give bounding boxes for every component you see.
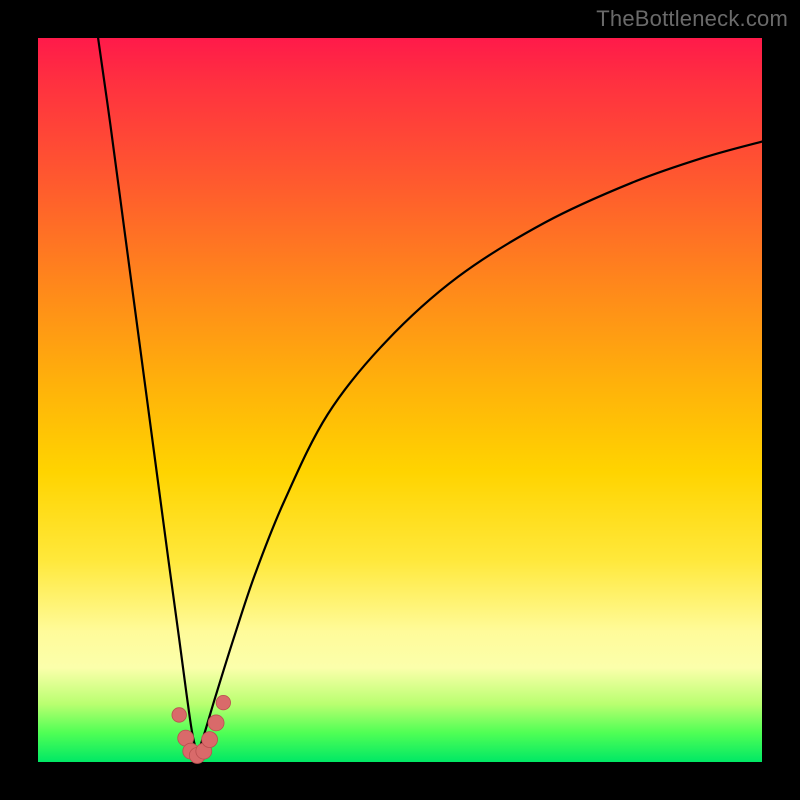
chart-frame: TheBottleneck.com [0,0,800,800]
curve-left-branch [98,38,197,755]
marker-dot [202,732,218,748]
bottom-marker-cluster [172,695,231,763]
marker-dot [216,695,230,709]
plot-area [38,38,762,762]
watermark-text: TheBottleneck.com [596,6,788,32]
marker-dot [172,708,186,722]
curve-right-branch [197,142,762,755]
marker-dot [208,715,224,731]
curve-svg [38,38,762,762]
